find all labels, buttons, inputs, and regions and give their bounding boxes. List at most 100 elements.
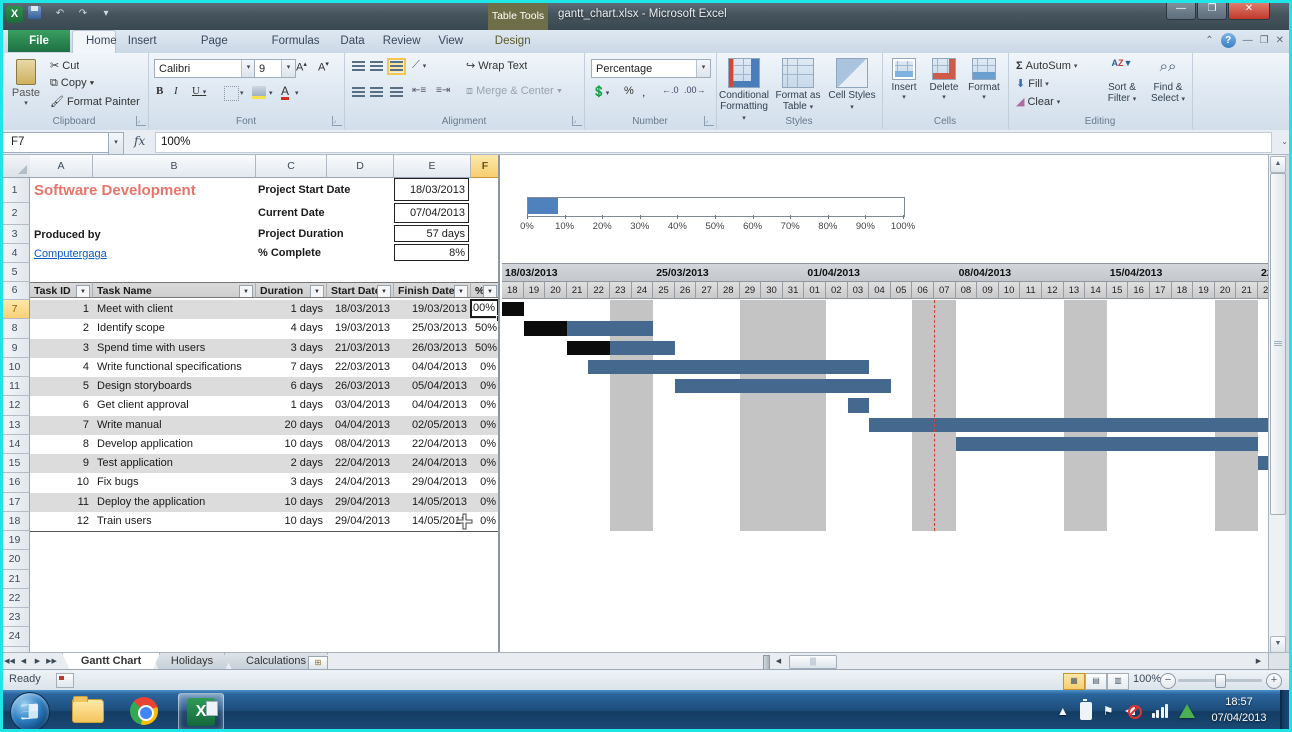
zoom-level[interactable]: 100%	[1133, 673, 1161, 685]
help-icon[interactable]: ?	[1221, 33, 1236, 48]
start-button[interactable]	[10, 692, 50, 732]
row-header-23[interactable]: 23	[0, 608, 30, 627]
task-cell[interactable]: Develop application	[93, 435, 256, 454]
row-header-1[interactable]: 1	[0, 178, 30, 203]
page-layout-view-button[interactable]: ▤	[1085, 673, 1107, 690]
normal-view-button[interactable]: ▦	[1063, 673, 1085, 690]
task-cell[interactable]: 0%	[471, 454, 500, 473]
column-header-D[interactable]: D	[327, 155, 394, 178]
task-cell[interactable]: 19/03/2013	[394, 300, 471, 319]
table-header-duration[interactable]: Duration▼	[256, 282, 327, 298]
tab-view[interactable]: View	[425, 30, 467, 52]
name-box-dropdown[interactable]: ▾	[108, 132, 124, 155]
task-cell[interactable]: 2 days	[256, 454, 327, 473]
task-cell[interactable]: 8	[30, 435, 93, 454]
task-cell[interactable]: Get client approval	[93, 396, 256, 415]
task-cell[interactable]: 24/04/2013	[327, 473, 394, 492]
column-header-A[interactable]: A	[30, 155, 93, 178]
italic-button[interactable]: I	[174, 85, 178, 101]
task-cell[interactable]: 0%	[471, 358, 500, 377]
filter-dropdown-icon[interactable]: ▼	[483, 285, 497, 298]
task-cell[interactable]: 05/04/2013	[394, 377, 471, 396]
column-header-C[interactable]: C	[256, 155, 327, 178]
redo-button[interactable]: ↷	[74, 6, 92, 22]
task-cell[interactable]: 6 days	[256, 377, 327, 396]
task-cell[interactable]: 24/04/2013	[394, 454, 471, 473]
task-cell[interactable]: 29/04/2013	[327, 493, 394, 512]
align-top-icon[interactable]	[352, 61, 365, 72]
align-right-icon[interactable]	[390, 87, 403, 98]
task-cell[interactable]: 6	[30, 396, 93, 415]
insert-worksheet-button[interactable]: ⊞	[308, 656, 328, 670]
active-cell-F7[interactable]: 100%	[470, 299, 499, 318]
task-cell[interactable]: 21/03/2013	[327, 339, 394, 358]
gantt-bar[interactable]	[848, 398, 870, 412]
font-size-combo[interactable]: 9▾	[254, 59, 296, 78]
taskbar-excel-button[interactable]: X	[178, 693, 224, 731]
gantt-bar-complete[interactable]	[502, 302, 524, 316]
hscroll-left-button[interactable]: ◀	[772, 655, 785, 668]
formula-bar-expand-icon[interactable]: ⌄	[1281, 137, 1288, 146]
task-cell[interactable]: Design storyboards	[93, 377, 256, 396]
zoom-in-button[interactable]: +	[1266, 673, 1282, 689]
gantt-bar[interactable]	[956, 437, 1258, 451]
task-cell[interactable]: 7	[30, 416, 93, 435]
task-cell[interactable]: Deploy the application	[93, 493, 256, 512]
scroll-down-button[interactable]: ▼	[1270, 636, 1286, 653]
tab-split-handle[interactable]	[763, 655, 770, 670]
task-cell[interactable]: Identify scope	[93, 319, 256, 338]
column-header-F[interactable]: F	[471, 155, 500, 178]
excel-app-icon[interactable]: X	[6, 6, 23, 23]
filter-dropdown-icon[interactable]: ▼	[310, 285, 324, 298]
row-header-3[interactable]: 3	[0, 225, 30, 244]
task-cell[interactable]: 04/04/2013	[394, 396, 471, 415]
row-header-7[interactable]: 7	[0, 300, 30, 319]
task-cell[interactable]: Write functional specifications	[93, 358, 256, 377]
info-value[interactable]: 18/03/2013	[394, 178, 469, 201]
clear-button[interactable]: ◢ Clear ▾	[1016, 93, 1060, 110]
align-middle-icon[interactable]	[370, 61, 383, 72]
table-header-task-name[interactable]: Task Name▼	[93, 282, 256, 298]
task-cell[interactable]: Spend time with users	[93, 339, 256, 358]
formula-input[interactable]: 100%	[155, 132, 1272, 153]
font-dialog-launcher[interactable]: ⌟	[332, 116, 342, 126]
clipboard-dialog-launcher[interactable]: ⌟	[136, 116, 146, 126]
task-cell[interactable]: Meet with client	[93, 300, 256, 319]
task-cell[interactable]: 10	[30, 473, 93, 492]
select-all-corner[interactable]	[0, 155, 31, 178]
undo-button[interactable]: ↶	[51, 6, 69, 22]
task-cell[interactable]: 19/03/2013	[327, 319, 394, 338]
network-signal-icon[interactable]	[1152, 704, 1169, 718]
task-cell[interactable]: 50%	[471, 339, 500, 358]
task-cell[interactable]: 26/03/2013	[327, 377, 394, 396]
row-header-2[interactable]: 2	[0, 203, 30, 225]
task-cell[interactable]: 7 days	[256, 358, 327, 377]
task-cell[interactable]: 0%	[471, 493, 500, 512]
row-header-17[interactable]: 17	[0, 493, 30, 512]
font-color-dropdown[interactable]: ▾	[295, 89, 299, 97]
gantt-bar[interactable]	[675, 379, 891, 393]
task-cell[interactable]: 3 days	[256, 339, 327, 358]
task-cell[interactable]: 22/04/2013	[394, 435, 471, 454]
tray-expand-icon[interactable]: ▲	[1057, 704, 1069, 718]
vertical-scrollbar[interactable]: ▲ ▼	[1268, 155, 1285, 652]
task-cell[interactable]: 03/04/2013	[327, 396, 394, 415]
number-format-combo[interactable]: Percentage▾	[591, 59, 711, 78]
column-header-E[interactable]: E	[394, 155, 471, 178]
task-cell[interactable]: 20 days	[256, 416, 327, 435]
gantt-bar-complete[interactable]	[524, 321, 567, 335]
row-header-18[interactable]: 18	[0, 512, 30, 531]
comma-style-button[interactable]: ,	[642, 85, 645, 99]
gantt-bar-complete[interactable]	[567, 341, 610, 355]
gantt-pane[interactable]: 0%10%20%30%40%50%60%70%80%90%100%18/03/2…	[500, 155, 1268, 652]
task-cell[interactable]: 3	[30, 339, 93, 358]
show-desktop-button[interactable]	[1280, 690, 1292, 732]
grow-font-button[interactable]: A▴	[296, 60, 307, 76]
row-header-12[interactable]: 12	[0, 396, 30, 415]
column-header-B[interactable]: B	[93, 155, 256, 178]
gantt-bar[interactable]	[610, 341, 675, 355]
cut-button[interactable]: ✂ Cut	[50, 59, 79, 72]
percent-style-button[interactable]: %	[624, 85, 634, 97]
align-center-icon[interactable]	[370, 87, 383, 98]
task-cell[interactable]: 1 days	[256, 396, 327, 415]
